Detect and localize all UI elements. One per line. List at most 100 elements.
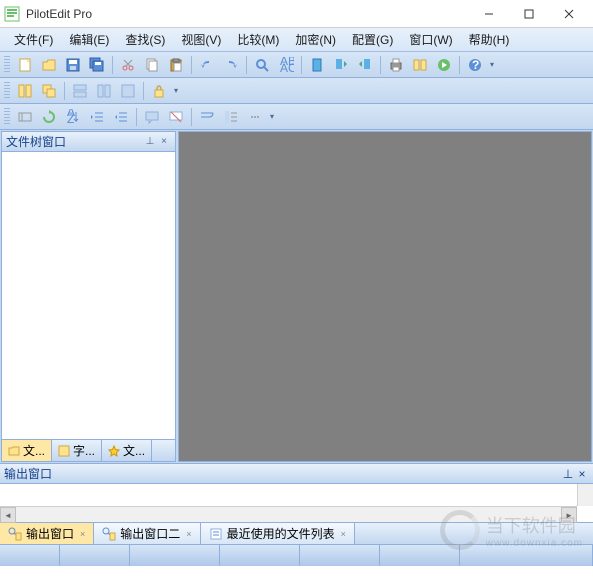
tab-recent-files[interactable]: 最近使用的文件列表 ×: [201, 523, 355, 544]
refresh-button[interactable]: [38, 106, 60, 128]
close-icon[interactable]: ×: [157, 135, 171, 149]
toolbar-main: ABAC ? ▾: [0, 52, 593, 78]
split-horizontal-button[interactable]: [69, 80, 91, 102]
open-file-button[interactable]: [38, 54, 60, 76]
pin-icon[interactable]: ⊥: [143, 135, 157, 149]
sidebar-tab-chars[interactable]: 字...: [52, 440, 102, 461]
svg-text:Z: Z: [67, 112, 74, 125]
paste-button[interactable]: [165, 54, 187, 76]
list-icon: [209, 527, 223, 541]
workspace: 文件树窗口 ⊥ × 文... 字... 文...: [0, 130, 593, 463]
title-bar: PilotEdit Pro: [0, 0, 593, 28]
menu-config[interactable]: 配置(G): [344, 29, 401, 50]
close-button[interactable]: [549, 0, 589, 28]
star-icon: [108, 445, 120, 457]
save-button[interactable]: [62, 54, 84, 76]
output-icon: [8, 527, 22, 541]
uncomment-button[interactable]: [165, 106, 187, 128]
menu-compare[interactable]: 比较(M): [229, 29, 287, 50]
help-button[interactable]: ?: [464, 54, 486, 76]
undo-button[interactable]: [196, 54, 218, 76]
sidebar-tab-label: 字...: [73, 442, 95, 459]
cut-button[interactable]: [117, 54, 139, 76]
status-cell: [460, 545, 593, 566]
menu-window[interactable]: 窗口(W): [401, 29, 460, 50]
bottom-tabs: 输出窗口 × 输出窗口二 × 最近使用的文件列表 ×: [0, 522, 593, 544]
menu-encrypt[interactable]: 加密(N): [287, 29, 344, 50]
tab-label: 最近使用的文件列表: [227, 525, 335, 542]
print-button[interactable]: [385, 54, 407, 76]
lock-button[interactable]: [148, 80, 170, 102]
menu-edit[interactable]: 编辑(E): [61, 29, 117, 50]
maximize-button[interactable]: [509, 0, 549, 28]
tab-close-icon[interactable]: ×: [80, 529, 85, 539]
toolbar-overflow[interactable]: ▾: [487, 54, 497, 76]
menu-help[interactable]: 帮助(H): [461, 29, 518, 50]
sidebar-tab-fav[interactable]: 文...: [102, 440, 152, 461]
menu-file[interactable]: 文件(F): [6, 29, 61, 50]
file-tree-body[interactable]: [2, 152, 175, 439]
new-file-button[interactable]: [14, 54, 36, 76]
menu-view[interactable]: 视图(V): [173, 29, 229, 50]
scroll-left-icon[interactable]: ◄: [0, 507, 16, 523]
tab-close-icon[interactable]: ×: [341, 529, 346, 539]
sidebar-tab-label: 文...: [123, 442, 145, 459]
svg-text:AC: AC: [280, 61, 294, 73]
bookmark-next-button[interactable]: [354, 54, 376, 76]
outdent-button[interactable]: [110, 106, 132, 128]
options-button[interactable]: [409, 54, 431, 76]
whitespace-button[interactable]: [244, 106, 266, 128]
output-title: 输出窗口: [4, 465, 52, 482]
toolbar-overflow[interactable]: ▾: [267, 106, 277, 128]
vertical-scrollbar[interactable]: [577, 484, 593, 506]
bookmark-prev-button[interactable]: [330, 54, 352, 76]
tab-button[interactable]: [14, 106, 36, 128]
copy-button[interactable]: [141, 54, 163, 76]
menu-search[interactable]: 查找(S): [117, 29, 173, 50]
file-tree-panel: 文件树窗口 ⊥ × 文... 字... 文...: [1, 131, 176, 462]
char-icon: [58, 445, 70, 457]
tab-output-2[interactable]: 输出窗口二 ×: [94, 523, 200, 544]
horizontal-scrollbar[interactable]: ◄ ►: [0, 506, 577, 522]
status-cell: [220, 545, 300, 566]
status-bar: [0, 544, 593, 566]
save-all-button[interactable]: [86, 54, 108, 76]
toolbar-overflow[interactable]: ▾: [171, 80, 181, 102]
fullscreen-button[interactable]: [117, 80, 139, 102]
tab-label: 输出窗口: [26, 525, 74, 542]
tab-output-1[interactable]: 输出窗口 ×: [0, 523, 94, 544]
status-cell: [300, 545, 380, 566]
sort-button[interactable]: AZ: [62, 106, 84, 128]
run-button[interactable]: [433, 54, 455, 76]
indent-button[interactable]: [86, 106, 108, 128]
output-body[interactable]: ◄ ►: [0, 484, 593, 522]
find-button[interactable]: [251, 54, 273, 76]
editor-area[interactable]: [178, 131, 592, 462]
line-numbers-button[interactable]: [220, 106, 242, 128]
tab-label: 输出窗口二: [120, 525, 180, 542]
pin-icon[interactable]: ⊥: [561, 467, 575, 481]
status-cell: [0, 545, 60, 566]
output-panel: 输出窗口 ⊥ × ◄ ►: [0, 463, 593, 522]
sidebar-tab-files[interactable]: 文...: [2, 440, 52, 461]
window-cascade-button[interactable]: [38, 80, 60, 102]
wrap-button[interactable]: [196, 106, 218, 128]
toolbar-grip[interactable]: [4, 56, 10, 74]
file-tree-header: 文件树窗口 ⊥ ×: [2, 132, 175, 152]
split-vertical-button[interactable]: [93, 80, 115, 102]
replace-button[interactable]: ABAC: [275, 54, 297, 76]
bookmark-button[interactable]: [306, 54, 328, 76]
status-cell: [380, 545, 460, 566]
comment-button[interactable]: [141, 106, 163, 128]
status-cell: [60, 545, 130, 566]
sidebar-tab-label: 文...: [23, 442, 45, 459]
tab-close-icon[interactable]: ×: [186, 529, 191, 539]
window-tile-button[interactable]: [14, 80, 36, 102]
redo-button[interactable]: [220, 54, 242, 76]
minimize-button[interactable]: [469, 0, 509, 28]
scroll-right-icon[interactable]: ►: [561, 507, 577, 523]
toolbar-grip[interactable]: [4, 82, 10, 100]
close-icon[interactable]: ×: [575, 467, 589, 481]
file-tree-title: 文件树窗口: [6, 133, 66, 150]
toolbar-grip[interactable]: [4, 108, 10, 126]
